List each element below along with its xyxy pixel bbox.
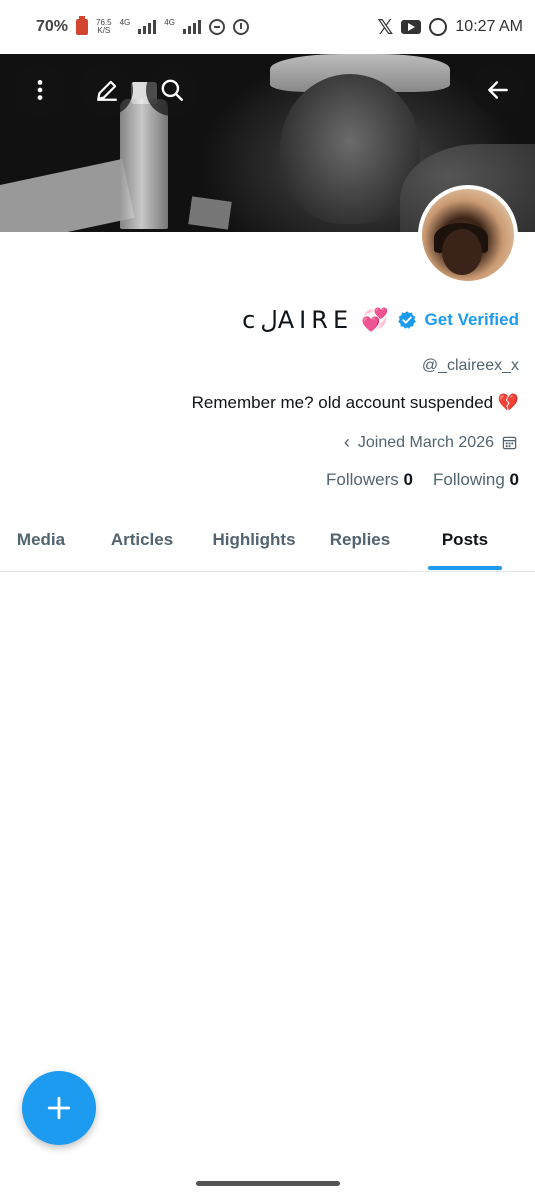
network-speed: 76.5 K/S — [96, 19, 112, 35]
more-options-button[interactable] — [14, 64, 66, 116]
youtube-icon — [401, 20, 422, 34]
profile-handle: @_claireex_x — [421, 357, 519, 374]
following-link[interactable]: Following 0 — [433, 470, 519, 490]
following-label: Following — [432, 470, 505, 489]
followers-label: Followers — [326, 470, 399, 489]
followers-count: 0 — [403, 470, 413, 489]
back-button[interactable] — [472, 64, 524, 116]
network-speed-unit: K/S — [97, 26, 111, 35]
joined-row: ‹ Joined March 2026 — [344, 432, 517, 453]
pencil-icon — [97, 80, 117, 101]
name-emoji: 💞 — [361, 307, 389, 332]
search-icon — [161, 79, 183, 101]
profile-name-row: cلAIRE 💞 Get Verified — [242, 306, 519, 334]
get-verified-link[interactable]: Get Verified — [425, 310, 519, 330]
tab-replies[interactable]: Replies — [318, 518, 402, 562]
status-bar: 70% 76.5 K/S 4G 4G 𝕏 10:27 AM — [0, 0, 535, 54]
dnd-icon — [208, 19, 225, 35]
more-vertical-icon — [37, 80, 43, 100]
follow-stats: Followers 0 Following 0 — [326, 470, 519, 490]
tab-articles[interactable]: Articles — [94, 518, 190, 562]
followers-link[interactable]: Followers 0 — [326, 470, 413, 490]
battery-icon — [76, 16, 89, 35]
x-app-icon: 𝕏 — [377, 16, 394, 39]
chevron-left-icon: ‹ — [343, 432, 350, 452]
following-count: 0 — [509, 470, 519, 489]
clock: 10:27 AM — [455, 18, 523, 35]
calendar-icon — [502, 436, 517, 450]
alarm-icon — [232, 19, 249, 35]
status-left: 70% 76.5 K/S 4G 4G — [36, 16, 249, 36]
arrow-left-icon — [488, 81, 508, 99]
compose-button[interactable] — [22, 1071, 96, 1145]
network-type-2: 4G — [164, 18, 175, 27]
whatsapp-icon — [429, 18, 448, 36]
home-indicator[interactable] — [196, 1181, 340, 1186]
edit-button[interactable] — [81, 64, 133, 116]
signal-icon-2 — [182, 20, 201, 34]
network-type-1: 4G — [119, 18, 131, 27]
tab-posts[interactable]: Posts — [428, 518, 502, 570]
plus-icon — [47, 1096, 71, 1120]
profile-tabs: Media Articles Highlights Replies Posts — [0, 518, 535, 572]
tab-highlights[interactable]: Highlights — [202, 518, 306, 562]
search-button[interactable] — [146, 64, 198, 116]
joined-date: Joined March 2026 — [357, 433, 494, 451]
status-right: 𝕏 10:27 AM — [377, 15, 523, 40]
verified-badge-icon[interactable] — [397, 310, 417, 330]
profile-bio: Remember me? old account suspended 💔 — [191, 393, 519, 412]
battery-percentage: 70% — [36, 18, 69, 35]
tab-media[interactable]: Media — [0, 518, 82, 562]
signal-icon — [138, 20, 157, 34]
avatar[interactable] — [418, 185, 518, 285]
display-name: cلAIRE — [242, 306, 354, 334]
